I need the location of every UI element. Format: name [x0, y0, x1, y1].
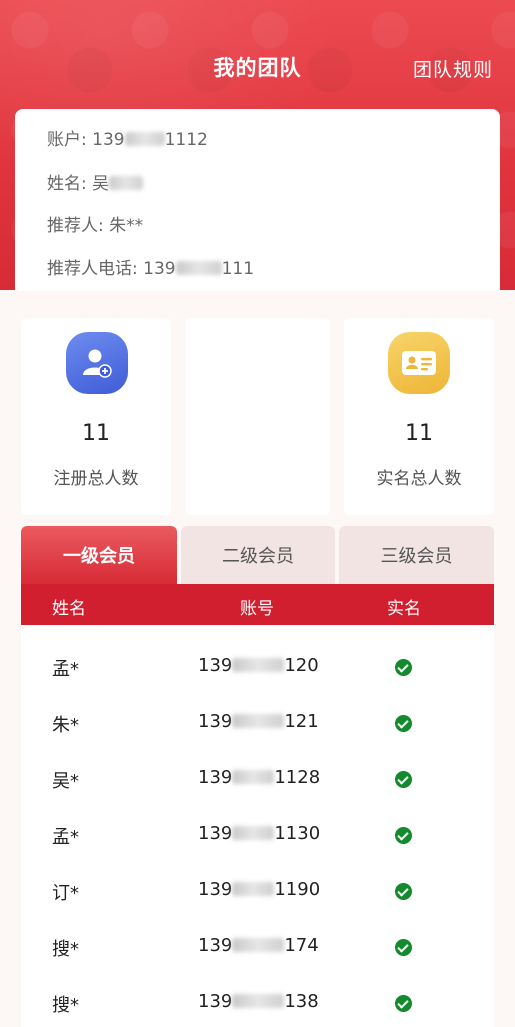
column-header-account: 账号 — [240, 599, 274, 619]
member-account: 139 1128 — [198, 767, 321, 788]
registered-count: 11 — [82, 421, 110, 446]
masked-digits — [232, 714, 285, 728]
masked-digits — [232, 770, 275, 784]
referrer-phone-row: 推荐人电话: 139 111 — [47, 254, 254, 279]
verified-check-icon — [395, 715, 412, 732]
name-row: 姓名: 吴 — [47, 169, 144, 194]
member-table: 孟* 139 120 朱* 139 121 吴* 139 1128 孟* 139 113… — [21, 625, 494, 1027]
table-row[interactable]: 吴* 139 1128 — [21, 749, 494, 805]
team-rules-link[interactable]: 团队规则 — [413, 55, 493, 82]
member-account: 139 120 — [198, 655, 319, 676]
referrer-row: 推荐人: 朱** — [47, 211, 143, 236]
member-account: 139 1130 — [198, 823, 321, 844]
verified-check-icon — [395, 995, 412, 1012]
member-name: 朱* — [52, 715, 79, 736]
member-name: 搜* — [52, 939, 79, 960]
verified-label: 实名总人数 — [376, 469, 462, 489]
member-account: 139 121 — [198, 711, 319, 732]
masked-digits — [232, 882, 275, 896]
masked-digits — [232, 658, 285, 672]
tab-level-1[interactable]: 一级会员 — [21, 526, 177, 584]
referrer-phone-prefix: 139 — [143, 259, 176, 279]
referrer-value: 朱** — [109, 216, 144, 236]
table-row[interactable]: 孟* 139 1130 — [21, 805, 494, 861]
tab-level-2[interactable]: 二级会员 — [181, 526, 335, 584]
verified-check-icon — [395, 771, 412, 788]
account-info-card: 账户: 139 1112 姓名: 吴 推荐人: 朱** 推荐人电话: 139 111 — [15, 109, 500, 291]
verified-count: 11 — [405, 421, 433, 446]
table-row[interactable]: 搜* 139 138 — [21, 973, 494, 1027]
name-value: 吴 — [92, 174, 110, 194]
masked-name — [109, 176, 144, 190]
verified-check-icon — [395, 939, 412, 956]
member-account: 139 174 — [198, 935, 319, 956]
column-header-verified: 实名 — [387, 599, 421, 619]
member-account: 139 1190 — [198, 879, 321, 900]
verified-check-icon — [395, 883, 412, 900]
referrer-label: 推荐人: — [47, 216, 104, 236]
registered-stat-card: 11 注册总人数 — [21, 318, 171, 515]
id-card-icon — [388, 332, 450, 394]
table-row[interactable]: 搜* 139 174 — [21, 917, 494, 973]
table-row[interactable]: 孟* 139 120 — [21, 637, 494, 693]
column-header-name: 姓名 — [52, 599, 86, 619]
registered-label: 注册总人数 — [53, 469, 139, 489]
account-value-suffix: 1112 — [164, 130, 208, 150]
member-name: 孟* — [52, 827, 79, 848]
table-row[interactable]: 朱* 139 121 — [21, 693, 494, 749]
name-label: 姓名: — [47, 174, 87, 194]
verified-stat-card: 11 实名总人数 — [344, 318, 494, 515]
member-level-tabs: 一级会员 二级会员 三级会员 — [21, 526, 494, 584]
verified-check-icon — [395, 827, 412, 844]
tab-level-3[interactable]: 三级会员 — [339, 526, 494, 584]
masked-digits — [124, 132, 165, 146]
table-header: 姓名 账号 实名 — [21, 584, 494, 625]
account-value-prefix: 139 — [92, 130, 125, 150]
account-row: 账户: 139 1112 — [47, 125, 208, 150]
account-label: 账户: — [47, 130, 87, 150]
table-row[interactable]: 订* 139 1190 — [21, 861, 494, 917]
masked-digits — [232, 938, 285, 952]
member-name: 搜* — [52, 995, 79, 1016]
masked-digits — [232, 826, 275, 840]
masked-digits — [175, 261, 222, 275]
member-account: 139 138 — [198, 991, 319, 1012]
blank-stat-card — [185, 318, 330, 515]
user-add-icon — [66, 332, 128, 394]
member-name: 孟* — [52, 659, 79, 680]
member-name: 订* — [52, 883, 79, 904]
referrer-phone-suffix: 111 — [221, 259, 255, 279]
referrer-phone-label: 推荐人电话: — [47, 259, 138, 279]
masked-digits — [232, 994, 285, 1008]
verified-check-icon — [395, 659, 412, 676]
member-name: 吴* — [52, 771, 79, 792]
